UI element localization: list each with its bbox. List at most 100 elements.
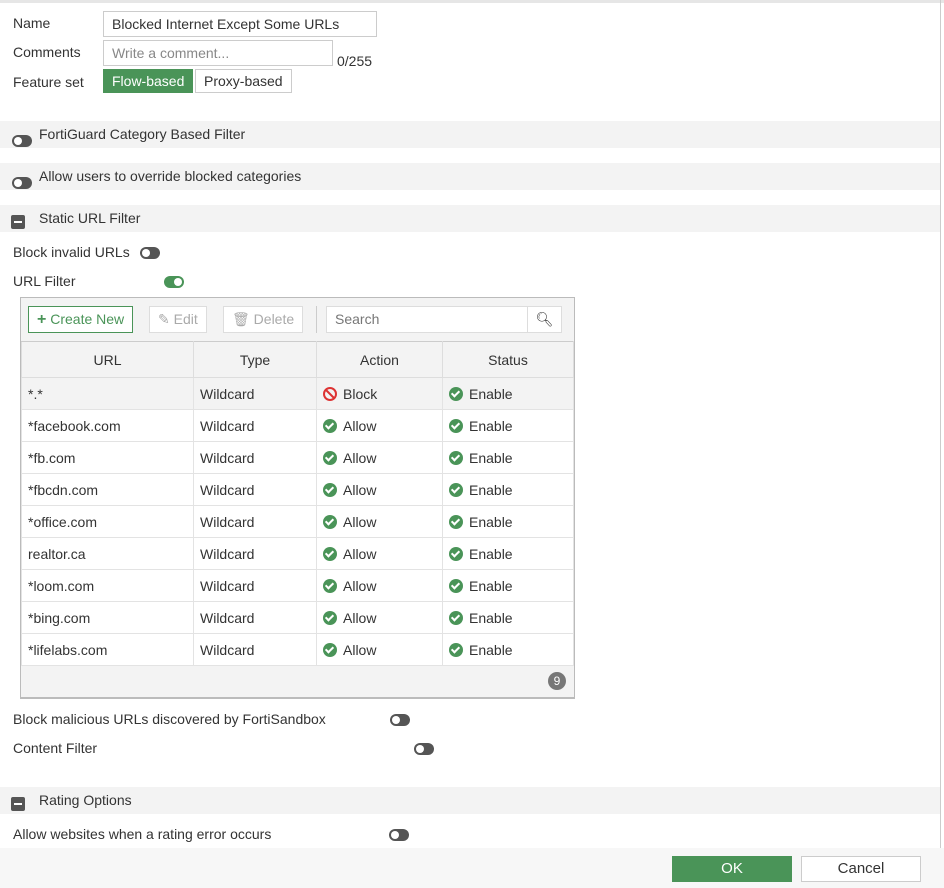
table-row[interactable]: *lifelabs.com Wildcard Allow Enable: [21, 633, 574, 666]
url-cell: *office.com: [21, 505, 194, 538]
type-cell: Wildcard: [193, 473, 317, 506]
status-cell: Enable: [442, 633, 574, 666]
search-icon: 🔍︎: [535, 311, 554, 327]
col-action[interactable]: Action: [316, 341, 443, 378]
edit-label: Edit: [173, 311, 198, 327]
url-filter-toggle[interactable]: [163, 276, 184, 288]
status-text: Enable: [469, 609, 513, 626]
type-cell: Wildcard: [193, 441, 317, 474]
delete-label: Delete: [253, 311, 295, 327]
check-icon: [323, 514, 337, 529]
status-text: Enable: [469, 449, 513, 466]
footer-bar: OK Cancel: [0, 848, 944, 888]
status-text: Enable: [469, 417, 513, 434]
status-text: Enable: [469, 545, 513, 562]
top-border: [0, 0, 944, 3]
table-row[interactable]: *fbcdn.com Wildcard Allow Enable: [21, 473, 574, 506]
action-text: Allow: [343, 545, 377, 562]
name-input[interactable]: Blocked Internet Except Some URLs: [103, 11, 377, 37]
table-row[interactable]: *loom.com Wildcard Allow Enable: [21, 569, 574, 602]
check-icon: [449, 418, 463, 433]
search-button[interactable]: 🔍︎: [527, 306, 562, 333]
cancel-button[interactable]: Cancel: [801, 856, 921, 882]
delete-button[interactable]: 🗑 Delete: [223, 306, 304, 333]
section-title: Allow users to override blocked categori…: [39, 168, 302, 184]
block-icon: [323, 386, 337, 401]
section-rating: Rating Options: [0, 787, 940, 814]
ok-button[interactable]: OK: [672, 856, 792, 882]
plus-icon: +: [37, 311, 47, 328]
action-text: Allow: [343, 641, 377, 658]
block-malicious-toggle[interactable]: [389, 714, 410, 726]
action-text: Allow: [343, 577, 377, 594]
status-cell: Enable: [442, 569, 574, 602]
fortiguard-toggle[interactable]: [12, 135, 32, 147]
table-row[interactable]: *fb.com Wildcard Allow Enable: [21, 441, 574, 474]
collapse-icon[interactable]: [11, 797, 25, 811]
search-input[interactable]: Search: [326, 306, 528, 333]
block-invalid-toggle[interactable]: [140, 247, 160, 259]
check-icon: [323, 610, 337, 625]
check-icon: [323, 450, 337, 465]
action-cell: Allow: [316, 569, 443, 602]
type-cell: Wildcard: [193, 505, 317, 538]
toolbar-divider: [316, 306, 317, 333]
status-cell: Enable: [442, 409, 574, 442]
section-title: FortiGuard Category Based Filter: [39, 126, 246, 142]
col-status[interactable]: Status: [442, 341, 574, 378]
check-icon: [449, 610, 463, 625]
collapse-icon[interactable]: [11, 215, 25, 229]
check-icon: [323, 482, 337, 497]
section-static-url: Static URL Filter: [0, 205, 940, 232]
action-cell: Allow: [316, 441, 443, 474]
url-filter-table: + Create New ✎ Edit 🗑 Delete Search 🔍︎ U…: [20, 297, 575, 699]
action-text: Allow: [343, 481, 377, 498]
url-cell: *fb.com: [21, 441, 194, 474]
scrollbar-edge: [940, 0, 941, 848]
status-cell: Enable: [442, 601, 574, 634]
url-cell: *fbcdn.com: [21, 473, 194, 506]
table-row[interactable]: *facebook.com Wildcard Allow Enable: [21, 409, 574, 442]
check-icon: [449, 386, 463, 401]
content-filter-toggle[interactable]: [413, 743, 434, 755]
block-invalid-label: Block invalid URLs: [13, 244, 130, 260]
comments-textarea[interactable]: Write a comment...: [103, 40, 333, 66]
section-fortiguard: FortiGuard Category Based Filter: [0, 121, 940, 148]
content-filter-label: Content Filter: [13, 740, 98, 756]
edit-button[interactable]: ✎ Edit: [149, 306, 207, 333]
status-text: Enable: [469, 481, 513, 498]
check-icon: [323, 418, 337, 433]
col-url[interactable]: URL: [21, 341, 194, 378]
create-new-button[interactable]: + Create New: [28, 306, 134, 333]
type-cell: Wildcard: [193, 569, 317, 602]
table-row[interactable]: *bing.com Wildcard Allow Enable: [21, 601, 574, 634]
trash-icon: 🗑: [232, 311, 250, 327]
url-cell: *loom.com: [21, 569, 194, 602]
section-override: Allow users to override blocked categori…: [0, 163, 940, 190]
action-text: Allow: [343, 417, 377, 434]
url-cell: *facebook.com: [21, 409, 194, 442]
section-title: Rating Options: [39, 792, 132, 808]
check-icon: [323, 578, 337, 593]
table-row[interactable]: *office.com Wildcard Allow Enable: [21, 505, 574, 538]
status-text: Enable: [469, 641, 513, 658]
flow-based-option[interactable]: Flow-based: [103, 69, 194, 93]
col-type[interactable]: Type: [193, 341, 317, 378]
table-row[interactable]: realtor.ca Wildcard Allow Enable: [21, 537, 574, 570]
action-cell: Allow: [316, 409, 443, 442]
check-icon: [323, 642, 337, 657]
table-row[interactable]: *.* Wildcard Block Enable: [21, 377, 574, 410]
status-text: Enable: [469, 577, 513, 594]
rating-error-toggle[interactable]: [388, 829, 409, 841]
check-icon: [449, 546, 463, 561]
proxy-based-option[interactable]: Proxy-based: [195, 69, 292, 93]
feature-set-label: Feature set: [13, 74, 84, 90]
section-title: Static URL Filter: [39, 210, 141, 226]
action-cell: Allow: [316, 537, 443, 570]
action-cell: Allow: [316, 505, 443, 538]
check-icon: [449, 482, 463, 497]
type-cell: Wildcard: [193, 537, 317, 570]
override-toggle[interactable]: [12, 177, 32, 189]
action-text: Block: [343, 385, 378, 402]
status-text: Enable: [469, 513, 513, 530]
